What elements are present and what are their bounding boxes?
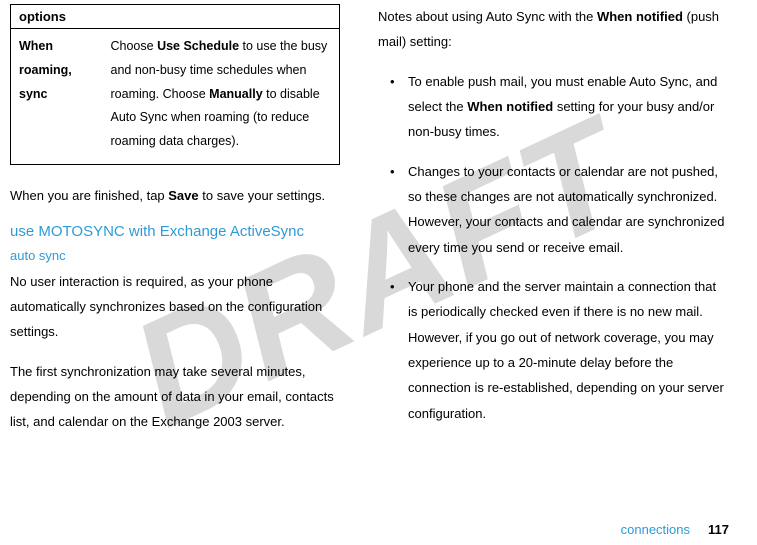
right-column: Notes about using Auto Sync with the Whe… [378, 4, 729, 545]
paragraph: When you are finished, tap Save to save … [10, 183, 340, 208]
options-table: options When roaming, sync Choose Use Sc… [10, 4, 340, 165]
table-row: When roaming, sync Choose Use Schedule t… [11, 29, 340, 165]
left-column: options When roaming, sync Choose Use Sc… [10, 4, 340, 545]
bold-term: Use Schedule [157, 39, 239, 53]
text-run: Your phone and the server maintain a con… [408, 279, 724, 421]
option-value: Choose Use Schedule to use the busy and … [103, 29, 340, 165]
option-key-line1: When roaming, [19, 39, 72, 77]
page-content: options When roaming, sync Choose Use Sc… [0, 0, 757, 545]
list-item: Your phone and the server maintain a con… [378, 274, 729, 426]
bold-term: Save [168, 188, 198, 203]
heading-2: use MOTOSYNC with Exchange ActiveSync [10, 222, 340, 242]
list-item: To enable push mail, you must enable Aut… [378, 69, 729, 145]
bold-term: When notified [597, 9, 683, 24]
bullet-list: To enable push mail, you must enable Aut… [378, 69, 729, 440]
bold-term: Manually [209, 87, 263, 101]
option-key: When roaming, sync [11, 29, 103, 165]
text-run: Notes about using Auto Sync with the [378, 9, 597, 24]
option-key-line2: sync [19, 87, 48, 101]
text-run: When you are finished, tap [10, 188, 168, 203]
list-item: Changes to your contacts or calendar are… [378, 159, 729, 260]
text-run: Changes to your contacts or calendar are… [408, 164, 725, 255]
text-run: to save your settings. [199, 188, 325, 203]
heading-3: auto sync [10, 248, 340, 263]
paragraph: No user interaction is required, as your… [10, 269, 340, 345]
paragraph: Notes about using Auto Sync with the Whe… [378, 4, 729, 55]
bold-term: When notified [467, 99, 553, 114]
options-table-header: options [11, 5, 340, 29]
paragraph: The first synchronization may take sever… [10, 359, 340, 435]
text-run: Choose [111, 39, 158, 53]
